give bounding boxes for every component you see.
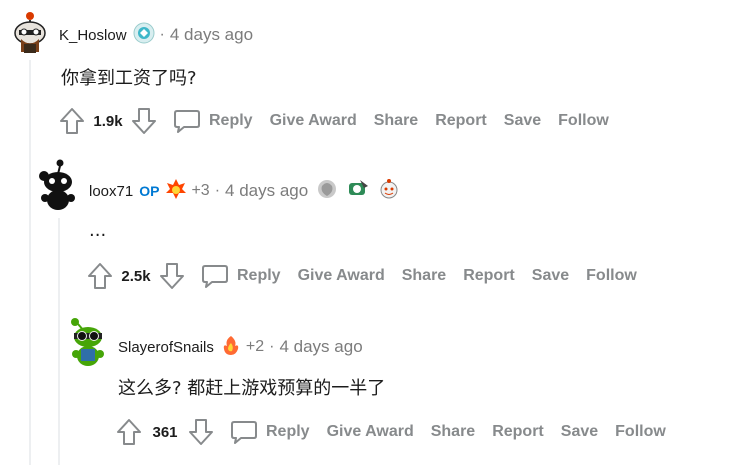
reply-label: Reply	[209, 112, 253, 129]
speech-bubble-icon	[230, 419, 258, 445]
separator-dot: ·	[269, 338, 275, 355]
flame-award-icon	[165, 178, 187, 205]
give-award-button[interactable]: Give Award	[327, 423, 414, 441]
downvote-arrow-icon[interactable]	[159, 262, 185, 290]
reply-label: Reply	[237, 267, 281, 284]
reply-label: Reply	[266, 423, 310, 440]
speech-bubble-icon	[173, 108, 201, 134]
share-button[interactable]: Share	[374, 112, 418, 130]
thread-line[interactable]	[58, 218, 60, 465]
author-name[interactable]: K_Hoslow	[59, 27, 127, 44]
report-button[interactable]: Report	[463, 267, 515, 285]
separator-dot: ·	[214, 182, 221, 199]
helpful-award-icon	[346, 178, 370, 205]
snoo-flair-icon	[133, 22, 155, 49]
comment-actions: 2.5k Reply Give Award Share Report Save …	[87, 261, 637, 291]
save-button[interactable]: Save	[561, 423, 598, 441]
downvote-arrow-icon[interactable]	[188, 418, 214, 446]
comment-meta: K_Hoslow · 4 days ago	[59, 22, 253, 49]
avatar[interactable]	[36, 158, 76, 210]
wholesome-award-icon	[378, 178, 400, 205]
reply-button[interactable]: Reply	[230, 419, 310, 445]
downvote-arrow-icon[interactable]	[131, 107, 157, 135]
comment-actions: 361 Reply Give Award Share Report Save F…	[116, 417, 666, 447]
upvote-arrow-icon[interactable]	[116, 418, 142, 446]
report-button[interactable]: Report	[492, 423, 544, 441]
timestamp[interactable]: 4 days ago	[225, 181, 308, 201]
thread-line[interactable]	[29, 60, 31, 465]
separator-dot: ·	[159, 26, 165, 43]
report-button[interactable]: Report	[435, 112, 487, 130]
award-count[interactable]: +3	[191, 182, 209, 200]
vote-score: 361	[152, 423, 178, 441]
upvote-arrow-icon[interactable]	[59, 107, 85, 135]
reply-button[interactable]: Reply	[201, 263, 281, 289]
author-name[interactable]: SlayerofSnails	[118, 339, 214, 356]
avatar[interactable]	[66, 316, 106, 366]
save-button[interactable]: Save	[504, 112, 541, 130]
save-button[interactable]: Save	[532, 267, 569, 285]
avatar[interactable]	[9, 8, 49, 53]
share-button[interactable]: Share	[431, 423, 475, 441]
timestamp[interactable]: 4 days ago	[279, 337, 362, 357]
share-button[interactable]: Share	[402, 267, 446, 285]
upvote-arrow-icon[interactable]	[87, 262, 113, 290]
vote-score: 2.5k	[121, 267, 151, 285]
op-badge: OP	[139, 183, 160, 199]
vote-score: 1.9k	[93, 112, 123, 130]
give-award-button[interactable]: Give Award	[298, 267, 385, 285]
comment-body: 这么多? 都赶上游戏预算的一半了	[118, 378, 386, 399]
reply-button[interactable]: Reply	[173, 108, 253, 134]
speech-bubble-icon	[201, 263, 229, 289]
give-award-button[interactable]: Give Award	[270, 112, 357, 130]
comment-meta: SlayerofSnails +2 · 4 days ago	[118, 334, 363, 361]
comment-actions: 1.9k Reply Give Award Share Report Save …	[59, 106, 609, 136]
follow-button[interactable]: Follow	[558, 112, 609, 130]
comment-body: 你拿到工资了吗?	[61, 68, 197, 89]
comment-body: ...	[89, 220, 107, 241]
author-name[interactable]: loox71	[89, 183, 133, 200]
follow-button[interactable]: Follow	[586, 267, 637, 285]
follow-button[interactable]: Follow	[615, 423, 666, 441]
silver-award-icon	[316, 178, 338, 205]
timestamp[interactable]: 4 days ago	[170, 25, 253, 45]
comment-meta: loox71 OP +3 · 4 days ago	[89, 178, 400, 205]
award-count[interactable]: +2	[246, 338, 264, 356]
fire-award-icon	[220, 334, 242, 361]
